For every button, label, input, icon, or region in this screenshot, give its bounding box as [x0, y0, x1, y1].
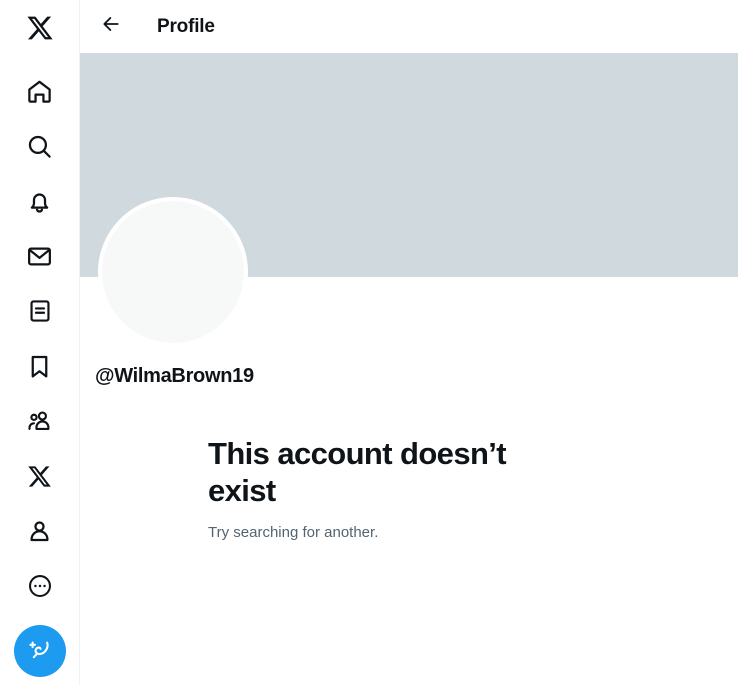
primary-sidebar [0, 0, 80, 685]
back-button[interactable] [94, 10, 128, 44]
bookmark-icon [26, 353, 53, 380]
empty-state: This account doesn’t exist Try searching… [208, 436, 608, 543]
sidebar-item-home[interactable] [15, 66, 65, 116]
sidebar-item-messages[interactable] [15, 231, 65, 281]
home-icon [26, 78, 53, 105]
compose-post-button[interactable] [13, 625, 66, 677]
person-icon [26, 518, 53, 545]
sidebar-item-premium[interactable] [15, 451, 65, 501]
search-icon [26, 133, 53, 160]
x-icon [27, 464, 52, 489]
grok-icon [27, 298, 53, 324]
sidebar-item-grok[interactable] [15, 286, 65, 336]
sidebar-item-notifications[interactable] [15, 176, 65, 226]
sidebar-item-explore[interactable] [15, 121, 65, 171]
sidebar-nav-list [15, 66, 65, 611]
sidebar-item-profile[interactable] [15, 506, 65, 556]
envelope-icon [26, 243, 53, 270]
empty-state-subtitle: Try searching for another. [208, 524, 379, 542]
sidebar-item-communities[interactable] [15, 396, 65, 446]
profile-handle: @WilmaBrown19 [95, 365, 254, 387]
empty-state-title: This account doesn’t exist [208, 436, 507, 508]
communities-icon [26, 408, 53, 435]
page-header: Profile [80, 0, 738, 53]
page-title: Profile [157, 15, 215, 37]
profile-avatar[interactable] [98, 197, 248, 347]
arrow-left-icon [101, 14, 121, 39]
app-root: Profile @WilmaBrown19 This account doesn… [0, 0, 738, 685]
sidebar-item-bookmarks[interactable] [15, 341, 65, 391]
more-circle-icon [27, 573, 53, 599]
compose-feather-icon [27, 637, 53, 666]
sidebar-item-more[interactable] [15, 561, 65, 611]
bell-icon [26, 188, 53, 215]
main-column: Profile @WilmaBrown19 This account doesn… [80, 0, 738, 685]
x-logo-icon[interactable] [15, 3, 65, 53]
